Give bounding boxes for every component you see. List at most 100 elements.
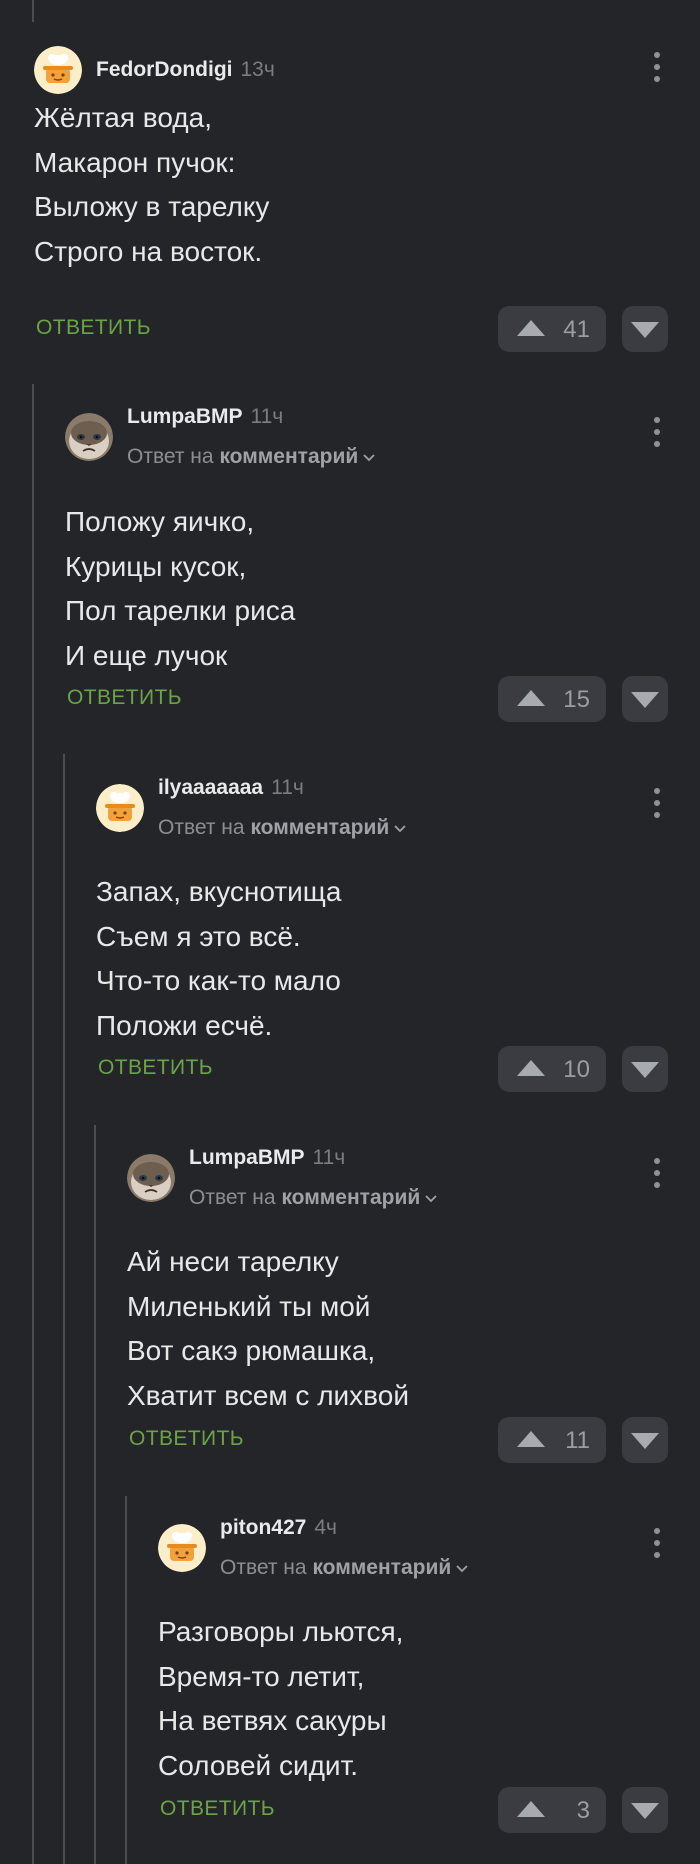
author-name[interactable]: ilyaaaaaaa 11ч [158,776,304,800]
reply-button[interactable]: ОТВЕТИТЬ [129,1427,244,1451]
upvote-button[interactable]: 11 [498,1417,606,1463]
more-options-icon[interactable] [652,1158,662,1192]
author-name[interactable]: LumpaBMP 11ч [127,405,283,429]
reply-to-link[interactable]: Ответ на комментарий [189,1186,438,1210]
downvote-button[interactable] [622,1787,668,1833]
avatar[interactable] [65,413,113,461]
comment-actions: ОТВЕТИТЬ 15 [65,676,700,722]
upvote-button[interactable]: 15 [498,676,606,722]
comment-header: LumpaBMP 11ч Ответ на комментарий [127,1146,700,1216]
comment-line: И еще лучок [65,639,228,671]
more-options-icon[interactable] [652,417,662,451]
avatar[interactable] [127,1154,175,1202]
comment-line: Хватит всем с лихвой [127,1379,409,1411]
comment-line: Соловей сидит. [158,1749,359,1781]
comment-line: Положи есчё. [96,1009,273,1041]
reply-button[interactable]: ОТВЕТИТЬ [36,316,151,340]
thread-line [94,1125,96,1864]
rating-count: 15 [563,686,590,713]
avatar[interactable] [34,46,82,94]
comment-line: Запах, вкуснотища [96,876,342,907]
comment-actions: ОТВЕТИТЬ 10 [96,1046,700,1092]
comment-time: 11ч [271,776,304,799]
avatar[interactable] [96,784,144,832]
reply-to-prefix: Ответ на [127,445,214,468]
comment-text: Разговоры льются, Время-то летит, На ветвя… [158,1610,403,1788]
comment-line: Разговоры льются, [158,1616,404,1647]
reply-to-link[interactable]: Ответ на комментарий [220,1556,469,1580]
chevron-down-icon[interactable] [393,816,407,840]
comment-thread: FedorDondigi 13ч Жёлтая вода, Макарон пучок… [0,0,700,1864]
comment-line: Жёлтая вода, [34,102,212,133]
chevron-down-icon[interactable] [362,445,376,469]
reply-to-comment-link[interactable]: комментарий [281,1186,420,1209]
comment-line: Положу яичко, [65,506,255,537]
comment-line: Макарон пучок: [34,146,236,178]
author-username[interactable]: LumpaBMP [127,405,243,428]
comment-text: Ай неси тарелку Миленький ты мой Вот сакэ … [127,1240,409,1418]
comment-line: Миленький ты мой [127,1290,371,1322]
reply-button[interactable]: ОТВЕТИТЬ [67,686,182,710]
upvote-button[interactable]: 10 [498,1046,606,1092]
author-name[interactable]: FedorDondigi 13ч [96,58,275,82]
thread-line [125,1496,127,1864]
comment-line: Вот сакэ рюмашка, [127,1335,376,1366]
thread-line [32,384,34,1864]
author-name[interactable]: LumpaBMP 11ч [189,1146,345,1170]
comment: piton427 4ч Ответ на комментарий Разговоры … [158,1516,700,1833]
comment-text: Жёлтая вода, Макарон пучок: Выложу в тарел… [34,96,269,274]
reply-to-link[interactable]: Ответ на комментарий [158,816,407,840]
comment-line: Строго на восток. [34,235,263,267]
comment-line: Время-то летит, [158,1660,365,1692]
more-options-icon[interactable] [652,1528,662,1562]
comment-line: Ай неси тарелку [127,1246,339,1277]
reply-to-comment-link[interactable]: комментарий [312,1556,451,1579]
avatar[interactable] [158,1524,206,1572]
comment-time: 11ч [312,1146,346,1169]
comment-line: Что-то как-то мало [96,965,341,996]
downvote-button[interactable] [622,1046,668,1092]
comment: FedorDondigi 13ч Жёлтая вода, Макарон пучок… [34,46,700,352]
comment-actions: ОТВЕТИТЬ 3 [158,1787,700,1833]
reply-button[interactable]: ОТВЕТИТЬ [160,1797,275,1821]
thread-line [63,754,65,1864]
comment: ilyaaaaaaa 11ч Ответ на комментарий Запах, … [96,776,700,1092]
comment: LumpaBMP 11ч Ответ на комментарий Ай неси т… [127,1146,700,1463]
author-name[interactable]: piton427 4ч [220,1516,337,1540]
chevron-down-icon[interactable] [455,1556,469,1580]
comment-time: 13ч [240,58,275,81]
author-username[interactable]: ilyaaaaaaa [158,776,263,799]
reply-to-comment-link[interactable]: комментарий [219,445,358,468]
comment: LumpaBMP 11ч Ответ на комментарий Положу яи… [65,405,700,722]
author-username[interactable]: FedorDondigi [96,58,232,81]
reply-to-comment-link[interactable]: комментарий [250,816,389,839]
comment-line: Выложу в тарелку [34,191,270,222]
reply-button[interactable]: ОТВЕТИТЬ [98,1056,213,1080]
comment-line: На ветвях сакуры [158,1705,387,1736]
comment-header: piton427 4ч Ответ на комментарий [158,1516,700,1586]
upvote-button[interactable]: 3 [498,1787,606,1833]
comment-time: 4ч [314,1516,337,1539]
more-options-icon[interactable] [652,788,662,822]
chevron-down-icon[interactable] [424,1186,438,1210]
author-username[interactable]: piton427 [220,1516,306,1539]
rating-count: 41 [563,316,590,343]
thread-line [32,0,34,22]
comment-time: 11ч [250,405,284,428]
downvote-button[interactable] [622,306,668,352]
rating-count: 3 [576,1797,590,1824]
reply-to-prefix: Ответ на [189,1186,276,1209]
comment-header: LumpaBMP 11ч Ответ на комментарий [65,405,700,475]
upvote-button[interactable]: 41 [498,306,606,352]
more-options-icon[interactable] [652,52,662,86]
reply-to-prefix: Ответ на [158,816,245,839]
comment-actions: ОТВЕТИТЬ 11 [127,1417,700,1463]
author-username[interactable]: LumpaBMP [189,1146,305,1169]
reply-to-prefix: Ответ на [220,1556,307,1579]
comment-header: ilyaaaaaaa 11ч Ответ на комментарий [96,776,700,846]
downvote-button[interactable] [622,676,668,722]
reply-to-link[interactable]: Ответ на комментарий [127,445,376,469]
comment-actions: ОТВЕТИТЬ 41 [34,306,700,352]
comment-line: Пол тарелки риса [65,595,296,626]
downvote-button[interactable] [622,1417,668,1463]
